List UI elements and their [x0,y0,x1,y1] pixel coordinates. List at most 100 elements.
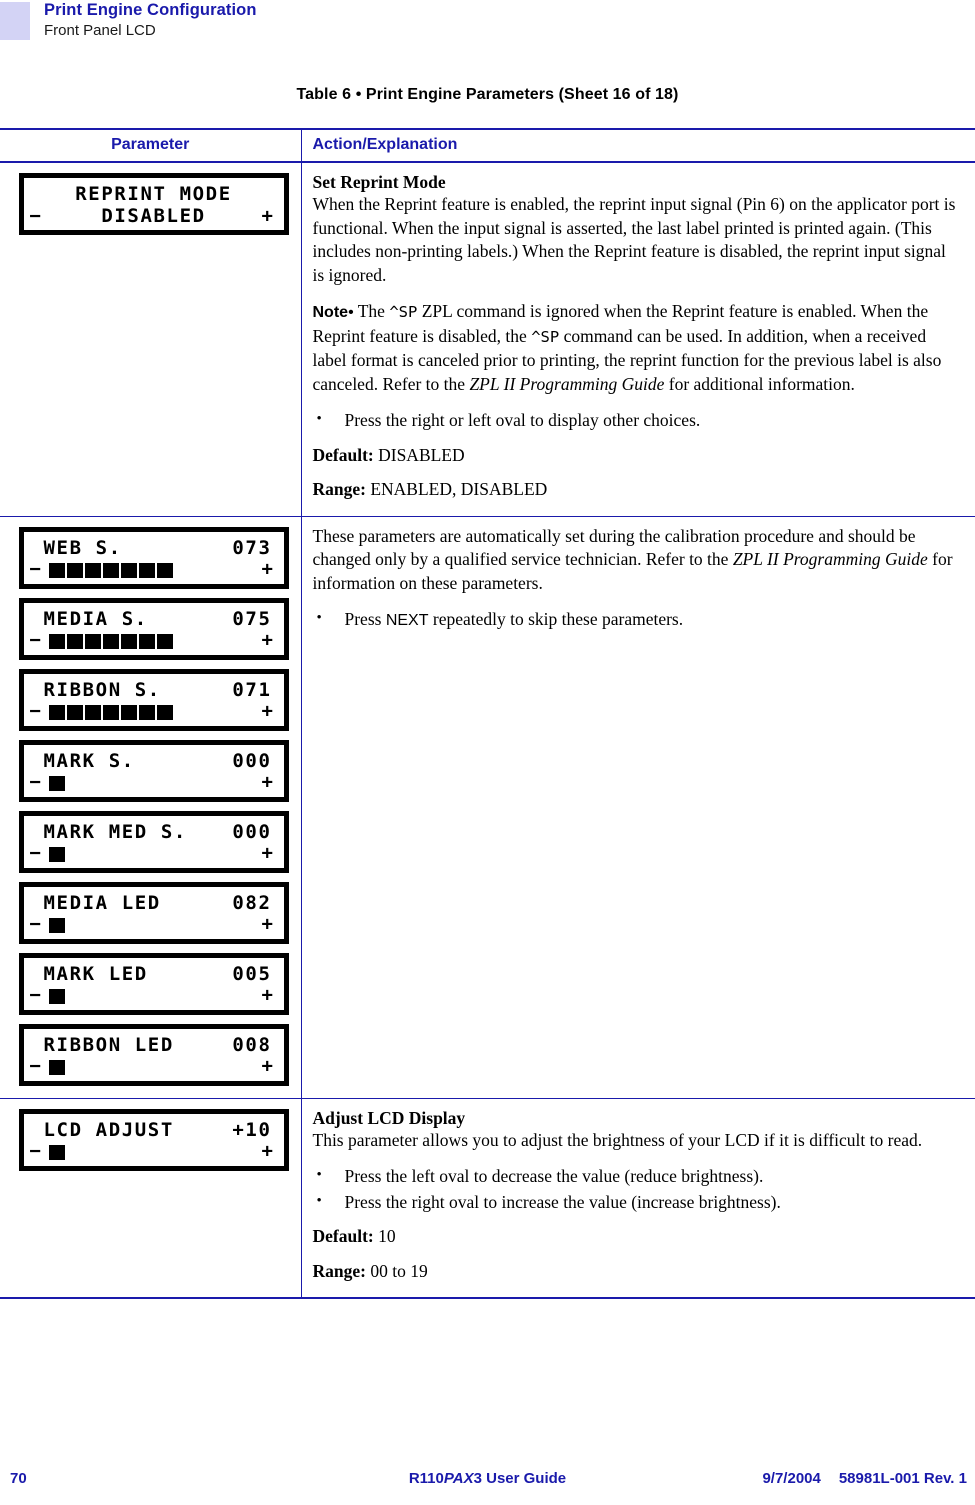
lcd-value: 000 [232,820,272,843]
parameter-cell-sensor-values: WEB S. 073 − + MEDIA S. 075 − + RIBBON S… [0,516,302,1099]
doc-title-ital: PAX [443,1470,474,1487]
list-item: Press the right oval to increase the val… [313,1190,958,1215]
action-cell-reprint-mode: Set Reprint Mode When the Reprint featur… [301,162,975,517]
lcd-label: MEDIA LED [43,891,161,914]
lcd-label: LCD ADJUST [43,1118,174,1141]
lcd-line2: − + [24,1055,284,1079]
lcd-line2: − + [24,913,284,937]
lcd-value: 008 [232,1033,272,1056]
lcd-minus-icon[interactable]: − [30,1142,43,1161]
lcd-stack: REPRINT MODE − DISABLED + [0,173,289,235]
lcd-panel-mark-med-s: MARK MED S. 000 − + [18,810,289,873]
list-item: Press NEXT repeatedly to skip these para… [313,607,958,633]
lcd-plus-icon[interactable]: + [261,206,274,226]
lcd-line2: − + [24,1140,284,1164]
note-bullet: • [348,304,354,321]
header-tab-marker [0,2,30,40]
action-bullet-list: Press the right or left oval to display … [313,408,958,433]
lcd-value: 075 [232,607,272,630]
lcd-minus-icon[interactable]: − [30,986,43,1005]
zpl-command-2: ^SP [531,327,560,346]
lcd-minus-icon[interactable]: − [30,631,43,650]
lcd-plus-icon[interactable]: + [261,1142,274,1161]
lcd-level-bar [48,1059,65,1075]
footer-part-number: 58981L-001 Rev. 1 [838,1470,967,1487]
lcd-level-bar [48,846,65,862]
default-value: 10 [378,1226,396,1246]
list-item: Press the left oval to decrease the valu… [313,1164,958,1189]
lcd-label: MEDIA S. [43,607,148,630]
lcd-line2: − + [24,629,284,653]
lcd-plus-icon[interactable]: + [261,1057,274,1076]
lcd-line1: REPRINT MODE [75,183,232,205]
lcd-label: WEB S. [43,536,122,559]
lcd-line2: − + [24,842,284,866]
range-value: ENABLED, DISABLED [370,479,548,499]
lcd-panel-mark-led: MARK LED 005 − + [18,952,289,1015]
lcd-level-bar [48,988,65,1004]
lcd-plus-icon[interactable]: + [261,844,274,863]
parameter-cell-reprint-mode: REPRINT MODE − DISABLED + [0,162,302,517]
table-row: WEB S. 073 − + MEDIA S. 075 − + RIBBON S… [0,516,975,1099]
footer-date: 9/7/2004 [762,1470,821,1487]
lcd-panel-web-s: WEB S. 073 − + [18,526,289,589]
range-label: Range: [312,479,366,499]
lcd-stack: WEB S. 073 − + MEDIA S. 075 − + RIBBON S… [0,526,289,1086]
lcd-minus-icon[interactable]: − [30,1057,43,1076]
lcd-line1: LCD ADJUST +10 [24,1118,284,1142]
lcd-value-text: DISABLED [101,205,206,227]
action-bullet-list: Press NEXT repeatedly to skip these para… [313,607,958,633]
range-value: 00 to 19 [370,1260,428,1281]
lcd-line1: MEDIA S. 075 [24,607,284,631]
lcd-minus-icon[interactable]: − [30,773,43,792]
lcd-label: MARK S. [43,749,135,772]
range-line: Range: ENABLED, DISABLED [313,478,958,502]
header-title: Print Engine Configuration [44,1,257,19]
action-paragraph: When the Reprint feature is enabled, the… [312,194,956,285]
lcd-level-bar [48,562,173,578]
lcd-panel-media-s: MEDIA S. 075 − + [18,597,289,660]
lcd-plus-icon[interactable]: + [261,915,274,934]
lcd-plus-icon[interactable]: + [261,702,274,721]
page-footer: 70 R110PAX3 User Guide 9/7/2004 58981L-00… [0,1470,975,1494]
default-label: Default: [312,444,374,465]
lcd-level-bar [48,917,65,933]
lcd-line1: MARK MED S. 000 [24,820,284,844]
lcd-line1: RIBBON S. 071 [24,678,284,702]
lcd-minus-icon[interactable]: − [30,206,43,226]
table-row: LCD ADJUST +10 − + Adjust LCD Display Th… [0,1098,975,1299]
lcd-panel-media-led: MEDIA LED 082 − + [18,881,289,944]
lcd-minus-icon[interactable]: − [30,702,43,721]
action-cell-lcd-adjust: Adjust LCD Display This parameter allows… [301,1098,975,1299]
lcd-plus-icon[interactable]: + [261,560,274,579]
lcd-plus-icon[interactable]: + [261,631,274,650]
lcd-plus-icon[interactable]: + [261,773,274,792]
lcd-panel-ribbon-s: RIBBON S. 071 − + [18,668,289,731]
lcd-value: 000 [232,749,272,772]
lcd-value: 073 [232,536,272,559]
action-heading: Set Reprint Mode [312,172,446,192]
action-paragraph: These parameters are automatically set d… [313,525,958,596]
lcd-minus-icon[interactable]: − [30,915,43,934]
lcd-line1: MARK LED 005 [24,962,284,986]
lcd-label: MARK MED S. [43,820,187,843]
guide-reference: ZPL II Programming Guide [732,549,928,569]
lcd-plus-icon[interactable]: + [261,986,274,1005]
action-paragraph: This parameter allows you to adjust the … [312,1129,923,1150]
bullet-text-pre: Press [344,609,386,629]
range-label: Range: [312,1260,366,1281]
table-header-row: Parameter Action/Explanation [0,128,975,163]
lcd-line1: RIBBON LED 008 [24,1033,284,1057]
lcd-minus-icon[interactable]: − [30,844,43,863]
lcd-label: RIBBON LED [43,1033,174,1056]
default-line: Default: 10 [313,1225,958,1249]
lcd-line2: − DISABLED + [24,204,284,228]
zpl-command-1: ^SP [389,303,418,321]
lcd-panel-lcd-adjust: LCD ADJUST +10 − + [18,1108,289,1171]
doc-title-post: 3 User Guide [473,1470,567,1487]
print-engine-parameters-table: Parameter Action/Explanation REPRINT MOD… [0,128,975,1299]
header-subtitle: Front Panel LCD [44,22,156,39]
bullet-text-post: repeatedly to skip these parameters. [428,609,684,629]
lcd-stack: LCD ADJUST +10 − + [0,1108,289,1171]
lcd-minus-icon[interactable]: − [30,560,43,579]
